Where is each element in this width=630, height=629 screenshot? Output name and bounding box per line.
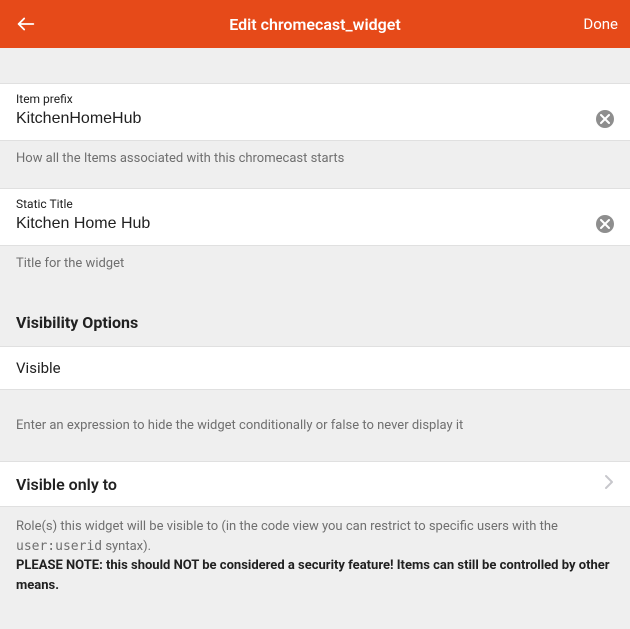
item-prefix-block: Item prefix [0, 83, 630, 141]
close-icon [600, 219, 610, 229]
security-note: PLEASE NOTE: this should NOT be consider… [16, 558, 610, 593]
done-button[interactable]: Done [583, 15, 618, 33]
static-title-input[interactable] [16, 213, 588, 235]
item-prefix-helper: How all the Items associated with this c… [0, 141, 630, 188]
item-prefix-label: Item prefix [16, 92, 614, 106]
nav-left [12, 10, 72, 38]
visible-helper: Enter an expression to hide the widget c… [0, 390, 630, 461]
arrow-left-icon [15, 13, 37, 35]
visibility-section-title: Visibility Options [0, 293, 630, 346]
static-title-clear-button[interactable] [596, 215, 614, 233]
close-icon [600, 114, 610, 124]
roles-helper-code: user:userid [16, 539, 102, 554]
back-button[interactable] [12, 10, 40, 38]
roles-helper-suffix: syntax). [102, 539, 151, 554]
visible-label: Visible [16, 359, 61, 377]
page-title: Edit chromecast_widget [72, 15, 558, 34]
visible-only-to-label: Visible only to [16, 475, 117, 494]
item-prefix-input[interactable] [16, 108, 588, 130]
roles-helper-prefix: Role(s) this widget will be visible to (… [16, 519, 558, 534]
content: Item prefix How all the Items associated… [0, 48, 630, 605]
visible-field[interactable]: Visible [0, 346, 630, 390]
visible-only-to-link[interactable]: Visible only to [0, 461, 630, 507]
visible-only-to-helper: Role(s) this widget will be visible to (… [0, 507, 630, 605]
static-title-label: Static Title [16, 197, 614, 211]
item-prefix-clear-button[interactable] [596, 110, 614, 128]
static-title-block: Static Title [0, 188, 630, 246]
chevron-right-icon [604, 474, 614, 494]
navbar: Edit chromecast_widget Done [0, 0, 630, 48]
nav-right: Done [558, 15, 618, 33]
static-title-helper: Title for the widget [0, 246, 630, 293]
